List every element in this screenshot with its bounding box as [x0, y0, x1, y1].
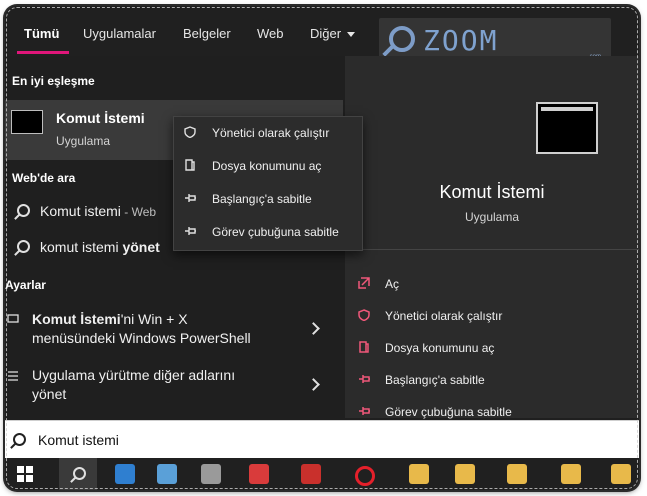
folder-icon[interactable]: [409, 464, 429, 484]
preview-panel: Komut İstemi Uygulama Aç Yönetici olarak…: [345, 56, 639, 419]
tab-web[interactable]: Web: [257, 26, 284, 41]
action-label: Yönetici olarak çalıştır: [385, 309, 503, 323]
best-match-heading: En iyi eşleşme: [12, 74, 95, 88]
filezilla-icon[interactable]: [301, 464, 321, 484]
settings-item-line2: yönet: [32, 386, 67, 402]
search-box[interactable]: Komut istemi: [5, 420, 639, 459]
taskbar: [5, 458, 639, 490]
shield-icon: [184, 126, 196, 138]
chevron-right-icon: [307, 322, 320, 335]
web-result-bold: yönet: [122, 239, 160, 255]
context-item-label: Dosya konumunu aç: [212, 159, 322, 173]
search-input[interactable]: Komut istemi: [38, 432, 119, 448]
taskbar-search-button[interactable]: [59, 458, 97, 490]
action-label: Başlangıç'a sabitle: [385, 373, 485, 387]
settings-heading: Ayarlar: [5, 278, 46, 292]
web-result-text: Komut istemi: [40, 203, 121, 219]
search-icon: [13, 433, 26, 446]
taskbar-app-icon[interactable]: [249, 464, 269, 484]
context-item-label: Görev çubuğuna sabitle: [212, 225, 339, 239]
taskbar-app-icon[interactable]: [157, 464, 177, 484]
context-item-label: Başlangıç'a sabitle: [212, 192, 312, 206]
tab-more[interactable]: Diğer: [310, 26, 356, 41]
action-label: Aç: [385, 277, 400, 291]
taskbar-app-icon[interactable]: [115, 464, 135, 484]
action-pin-start[interactable]: Başlangıç'a sabitle: [359, 373, 625, 387]
folder-icon[interactable]: [507, 464, 527, 484]
preview-subtitle: Uygulama: [464, 210, 520, 224]
action-pin-taskbar[interactable]: Görev çubuğuna sabitle: [359, 405, 625, 419]
best-match-title: Komut İstemi: [56, 110, 145, 126]
context-open-file-location[interactable]: Dosya konumunu aç: [174, 150, 362, 182]
windows-start-icon[interactable]: [17, 466, 33, 482]
search-icon: [17, 204, 30, 217]
list-icon: [8, 371, 18, 381]
taskbar-app-icon[interactable]: [201, 464, 221, 484]
folder-icon: [185, 159, 195, 171]
start-search-window: Tümü Uygulamalar Belgeler Web Diğer ZOOM…: [5, 6, 639, 490]
tab-more-label: Diğer: [310, 26, 342, 41]
context-item-label: Yönetici olarak çalıştır: [212, 126, 330, 140]
settings-item-line2: menüsündeki Windows PowerShell: [32, 330, 251, 346]
action-label: Görev çubuğuna sabitle: [385, 405, 512, 419]
pin-icon: [185, 227, 196, 235]
pin-icon: [359, 407, 370, 415]
web-search-heading: Web'de ara: [12, 171, 76, 185]
settings-item-bold: Komut İstemi: [32, 311, 121, 327]
opera-icon[interactable]: [355, 466, 375, 486]
context-run-as-admin[interactable]: Yönetici olarak çalıştır: [174, 117, 362, 149]
divider: [345, 249, 639, 250]
command-prompt-icon: [11, 110, 43, 134]
settings-item-line1: 'ni Win + X: [120, 311, 188, 327]
open-icon: [358, 277, 370, 289]
pin-icon: [185, 194, 196, 202]
command-prompt-large-icon: [536, 102, 598, 154]
pin-icon: [359, 375, 370, 383]
folder-icon[interactable]: [561, 464, 581, 484]
action-open[interactable]: Aç: [358, 277, 625, 291]
context-pin-taskbar[interactable]: Görev çubuğuna sabitle: [174, 216, 362, 248]
tab-all[interactable]: Tümü: [24, 26, 59, 41]
settings-item[interactable]: Komut İstemi'ni Win + X menüsündeki Wind…: [5, 304, 343, 352]
folder-icon: [359, 341, 369, 353]
tab-documents[interactable]: Belgeler: [183, 26, 231, 41]
monitor-icon: [7, 314, 19, 323]
action-open-file-location[interactable]: Dosya konumunu aç: [359, 341, 625, 355]
tab-apps[interactable]: Uygulamalar: [83, 26, 156, 41]
settings-item[interactable]: Uygulama yürütme diğer adlarını yönet: [5, 360, 343, 408]
magnifier-icon: [389, 26, 415, 52]
settings-item-line1: Uygulama yürütme diğer adlarını: [32, 367, 236, 383]
context-menu: Yönetici olarak çalıştır Dosya konumunu …: [173, 116, 363, 251]
web-result-text: komut istemi: [40, 239, 123, 255]
chevron-down-icon: [347, 32, 356, 38]
action-run-as-admin[interactable]: Yönetici olarak çalıştır: [358, 309, 625, 323]
action-label: Dosya konumunu aç: [385, 341, 495, 355]
best-match-subtitle: Uygulama: [56, 134, 111, 148]
folder-icon[interactable]: [455, 464, 475, 484]
shield-icon: [358, 309, 370, 321]
search-icon: [17, 240, 30, 253]
search-icon: [73, 467, 86, 480]
preview-title: Komut İstemi: [439, 182, 545, 202]
active-tab-indicator: [17, 51, 69, 54]
chevron-right-icon: [307, 378, 320, 391]
web-result-suffix: - Web: [120, 205, 157, 219]
context-pin-start[interactable]: Başlangıç'a sabitle: [174, 183, 362, 215]
folder-icon[interactable]: [611, 464, 631, 484]
